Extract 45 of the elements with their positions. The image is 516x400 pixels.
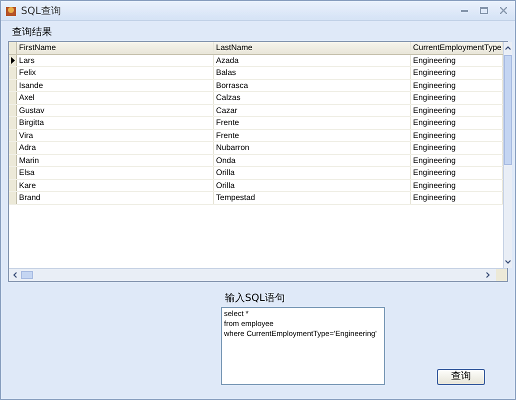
table-cell: Nubarron	[214, 142, 411, 154]
scroll-up-icon[interactable]	[504, 44, 512, 52]
table-cell: Azada	[214, 54, 411, 66]
table-cell: Calzas	[214, 92, 411, 104]
scroll-down-icon[interactable]	[504, 258, 512, 266]
table-cell: Onda	[214, 154, 411, 166]
scroll-left-icon[interactable]	[11, 271, 19, 279]
scroll-right-icon[interactable]	[484, 271, 492, 279]
row-header[interactable]	[9, 54, 17, 66]
table-cell: Adra	[17, 142, 214, 154]
table-cell: Elsa	[17, 167, 214, 178]
table-cell: Balas	[214, 67, 411, 78]
table-cell: Kare	[17, 180, 214, 191]
table-cell: Axel	[17, 92, 214, 104]
table-cell: Vira	[17, 130, 214, 141]
table-cell: Frente	[214, 130, 411, 141]
table-cell: Isande	[17, 80, 214, 91]
horizontal-scrollbar[interactable]	[9, 268, 507, 281]
table-cell: Orilla	[214, 180, 411, 191]
table-cell: Orilla	[214, 167, 411, 178]
table-cell: Brand	[17, 192, 214, 204]
column-header[interactable]: LastName	[214, 42, 411, 54]
window-title: SQL查询	[21, 4, 61, 18]
query-button[interactable]: 查询	[437, 369, 485, 385]
minimize-icon[interactable]	[461, 10, 468, 12]
section-label: 查询结果	[11, 26, 53, 40]
scroll-thumb[interactable]	[504, 55, 512, 165]
current-row-icon	[10, 56, 14, 64]
table-cell: Birgitta	[17, 117, 214, 128]
maximize-icon[interactable]	[480, 7, 488, 14]
table-cell: Tempestad	[214, 192, 411, 204]
scroll-thumb[interactable]	[21, 271, 33, 279]
close-icon[interactable]	[500, 7, 507, 14]
table-cell: Felix	[17, 67, 214, 78]
table-cell: Lars	[17, 54, 214, 66]
table-cell: Frente	[214, 117, 411, 128]
table-cell: Borrasca	[214, 80, 411, 91]
table-cell: Marin	[17, 154, 214, 166]
column-header[interactable]: FirstName	[17, 42, 214, 54]
scrollbar-corner	[496, 269, 507, 281]
table-cell: Cazar	[214, 104, 411, 116]
table-cell: Gustav	[17, 104, 214, 116]
sql-label: 输入SQL语句	[224, 292, 286, 306]
app-icon	[5, 4, 17, 16]
vertical-scrollbar[interactable]	[503, 42, 512, 268]
